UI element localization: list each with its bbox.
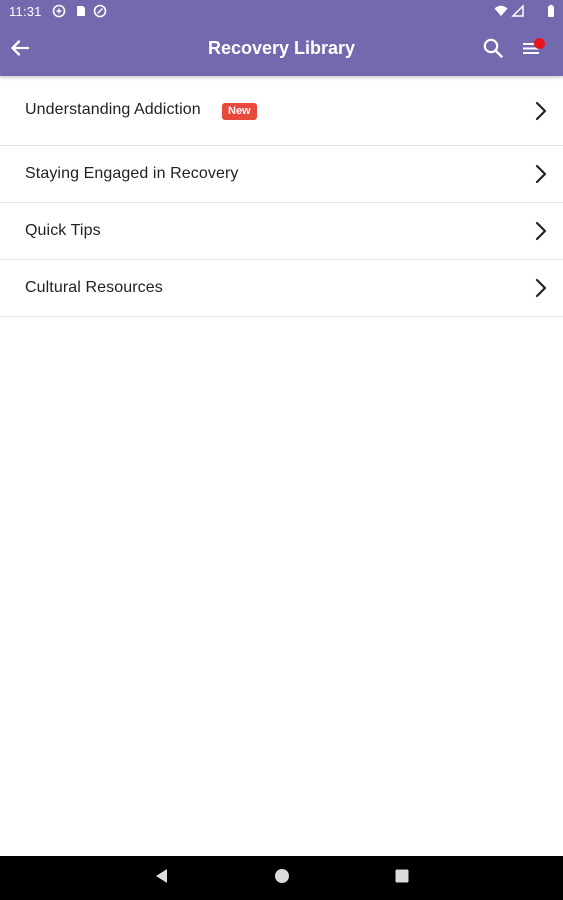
status-time: 11:31 [9,4,42,19]
list-item[interactable]: Understanding Addiction New [0,76,563,146]
nav-recents-button[interactable] [391,867,413,889]
battery-icon [544,4,558,18]
library-list: Understanding Addiction New Staying Enga… [0,76,563,317]
sd-card-icon [73,4,87,18]
list-item[interactable]: Cultural Resources [0,260,563,317]
list-item[interactable]: Quick Tips [0,203,563,260]
nav-home-button[interactable] [271,867,293,889]
search-icon [482,37,504,64]
chevron-right-icon [531,221,551,241]
notification-icon [52,4,66,18]
chevron-right-icon [531,164,551,184]
list-item[interactable]: Staying Engaged in Recovery [0,146,563,203]
list-item-label: Staying Engaged in Recovery [25,165,239,182]
home-circle-icon [273,867,291,890]
new-badge: New [222,103,257,120]
wifi-icon [494,4,508,18]
recents-square-icon [394,868,410,889]
chevron-right-icon [531,101,551,121]
list-item-label: Quick Tips [25,222,101,239]
signal-icon [511,4,525,18]
system-nav-bar [0,856,563,900]
back-triangle-icon [153,867,169,890]
nav-back-button[interactable] [150,867,172,889]
top-bar: 11:31 Recovery Library [0,0,563,76]
notification-icon [93,4,107,18]
notification-dot [534,38,545,49]
app-bar: Recovery Library [0,24,563,76]
search-button[interactable] [479,36,507,64]
status-bar: 11:31 [0,0,563,24]
chevron-right-icon [531,278,551,298]
menu-button[interactable] [517,36,545,64]
list-item-label: Cultural Resources [25,279,163,296]
list-item-label: Understanding Addiction [25,101,201,118]
